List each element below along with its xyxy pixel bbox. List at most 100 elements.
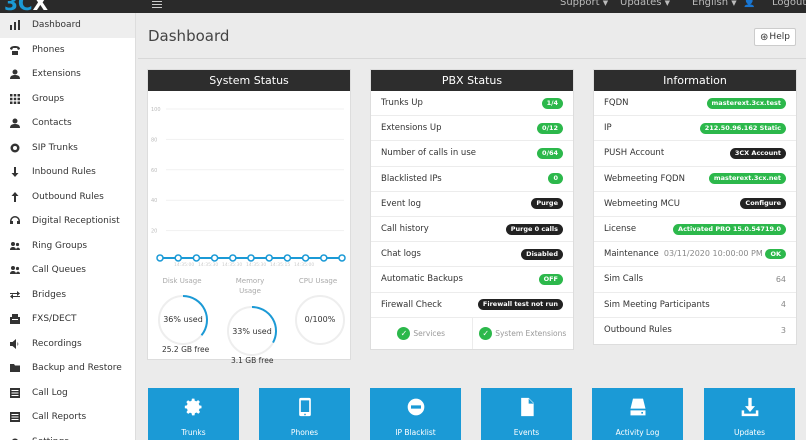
sidebar-item-label: Extensions (32, 69, 81, 80)
sidebar-item-label: Bridges (32, 289, 67, 300)
tile-trunks[interactable]: Trunks (148, 388, 239, 440)
sidebar-item-groups[interactable]: Groups (0, 87, 135, 112)
x-tick-label: 14:35:30 (246, 262, 266, 268)
push-account-button[interactable]: 3CX Account (729, 147, 786, 159)
support-label: Support (560, 0, 600, 8)
check-icon: ✓ (479, 326, 493, 340)
pbx-row: Chat logs Disabled (371, 242, 573, 268)
chevron-down-icon: ▼ (731, 0, 737, 7)
sidebar-item-label: Groups (32, 93, 65, 104)
outbound-rules-value: 3 (780, 325, 786, 335)
tile-label: IP Blacklist (395, 428, 436, 437)
system-chart-svg: 100 80 60 40 20 14:35:00 14:35:30 14:35:30 14:35… (151, 107, 346, 268)
sidebar-item-bridges[interactable]: Bridges (0, 283, 135, 308)
sidebar-item-label: Phones (32, 44, 65, 55)
arrow-down-icon (8, 166, 22, 178)
y-tick-label: 100 (151, 107, 161, 113)
logout-link[interactable]: Logout (772, 0, 806, 8)
sidebar-item-call-queues[interactable]: Call Queues (0, 258, 135, 283)
y-tick-label: 60 (151, 168, 157, 174)
pbx-row-badge[interactable]: Purge (531, 198, 563, 210)
x-tick-label: 14:35:00 (174, 262, 194, 268)
drive-icon (630, 398, 645, 416)
tile-ip-blacklist[interactable]: IP Blacklist (370, 388, 461, 440)
sidebar-item-label: Digital Receptionist (32, 216, 120, 227)
configure-button[interactable]: Configure (740, 198, 786, 210)
tile-phones[interactable]: Phones (259, 388, 350, 440)
list-icon (8, 387, 22, 399)
pbx-row-badge[interactable]: Firewall test not run (477, 299, 563, 311)
system-extensions-link[interactable]: ✓ System Extensions (473, 318, 574, 349)
pbx-row: Blacklisted IPs 0 (371, 167, 573, 192)
sidebar-item-sip-trunks[interactable]: SIP Trunks (0, 136, 135, 161)
wm-fqdn-badge: masterext.3cx.net (708, 173, 786, 185)
users-icon (8, 264, 22, 276)
system-chart: 100 80 60 40 20 14:35:00 14:35:30 14:35:30 14:35… (148, 91, 350, 271)
pbx-row: Event log Purge (371, 192, 573, 217)
sidebar-item-recordings[interactable]: Recordings (0, 332, 135, 357)
system-extensions-label: System Extensions (495, 328, 567, 338)
sidebar-item-ring-groups[interactable]: Ring Groups (0, 234, 135, 259)
sidebar-item-backup-and-restore[interactable]: Backup and Restore (0, 356, 135, 381)
sidebar-item-outbound-rules[interactable]: Outbound Rules (0, 185, 135, 210)
language-menu[interactable]: English ▼ (692, 0, 737, 8)
info-row-maintenance: Maintenance 03/11/2020 10:00:00 PM OK (594, 242, 796, 268)
pbx-row-label: Blacklisted IPs (381, 173, 442, 184)
sidebar-item-digital-receptionist[interactable]: Digital Receptionist (0, 209, 135, 234)
memory-usage: Memory Usage (216, 276, 284, 296)
sidebar-item-dashboard[interactable]: Dashboard (0, 13, 135, 38)
sidebar-item-phones[interactable]: Phones (0, 38, 135, 63)
data-point (192, 254, 201, 262)
services-link[interactable]: ✓ Services (371, 317, 473, 349)
sidebar-item-inbound-rules[interactable]: Inbound Rules (0, 160, 135, 185)
updates-menu[interactable]: Updates ▼ (620, 0, 670, 8)
sidebar-item-label: Dashboard (32, 20, 81, 31)
sidebar-item-settings[interactable]: Settings (0, 430, 135, 440)
document-icon (520, 397, 534, 417)
sidebar-item-contacts[interactable]: Contacts (0, 111, 135, 136)
divider (138, 58, 806, 59)
pbx-row-label: Firewall Check (381, 299, 442, 310)
disk-usage: Disk Usage (148, 276, 216, 286)
data-point (301, 254, 310, 262)
data-point (320, 254, 328, 262)
user-icon[interactable]: 👤 (743, 0, 755, 8)
menu-toggle-icon[interactable] (152, 1, 162, 10)
cpu-usage: CPU Usage (284, 276, 352, 286)
support-menu[interactable]: Support ▼ (560, 0, 608, 8)
sidebar-item-call-log[interactable]: Call Log (0, 381, 135, 406)
info-row-outbound: Outbound Rules 3 (594, 318, 796, 343)
tile-label: Updates (733, 428, 766, 437)
sidebar-item-call-reports[interactable]: Call Reports (0, 405, 135, 430)
panel-title: Information (594, 70, 796, 91)
info-row-ip: IP 212.50.96.162 Static (594, 116, 796, 142)
help-button[interactable]: ⊛ Help (754, 28, 796, 46)
sidebar-item-fxs-dect[interactable]: FXS/DECT (0, 307, 135, 332)
sidebar-item-label: SIP Trunks (32, 142, 78, 153)
pbx-row-badge[interactable]: Purge 0 calls (505, 223, 563, 235)
info-row-push: PUSH Account 3CX Account (594, 141, 796, 167)
tile-activity-log[interactable]: Activity Log (592, 388, 683, 440)
bar-chart-icon (8, 19, 22, 31)
pbx-row: Extensions Up 0/12 (371, 116, 573, 142)
tile-label: Activity Log (615, 428, 660, 437)
tile-updates[interactable]: Updates (704, 388, 795, 440)
pbx-row: Trunks Up 1/4 (371, 91, 573, 117)
top-bar: 3CX Support ▼ Updates ▼ English ▼ 👤 Logo… (0, 0, 806, 15)
maintenance-date: 03/11/2020 10:00:00 PM (663, 249, 763, 259)
pbx-row: Automatic Backups OFF (371, 267, 573, 293)
grid-icon (8, 93, 22, 105)
x-tick-label: 14:35:00 (294, 262, 314, 268)
lifebuoy-icon: ⊛ (760, 31, 769, 43)
pbx-row-badge[interactable]: Disabled (521, 248, 563, 260)
system-status-panel: System Status 100 80 60 40 20 14:35:00 14:35:3… (147, 69, 352, 365)
tile-events[interactable]: Events (481, 388, 572, 440)
y-tick-label: 20 (151, 229, 157, 235)
pbx-row-label: Event log (381, 198, 422, 209)
help-label: Help (769, 32, 790, 42)
data-point (247, 254, 255, 262)
chevron-down-icon: ▼ (602, 0, 609, 7)
minus-circle-icon (407, 398, 424, 416)
info-label: Webmeeting FQDN (604, 173, 685, 184)
sidebar-item-extensions[interactable]: Extensions (0, 62, 135, 87)
